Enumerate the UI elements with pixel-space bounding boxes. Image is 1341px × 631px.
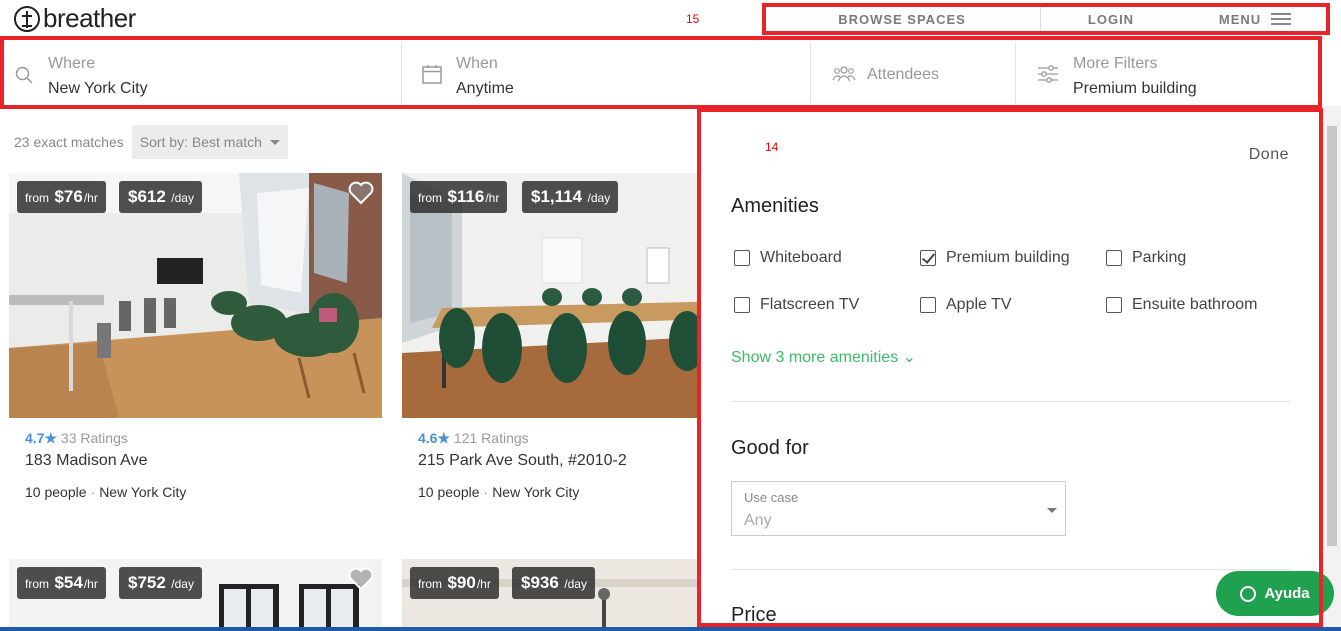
hourly-price-tag: from $90/hr [410, 567, 499, 599]
section-divider [731, 569, 1290, 570]
heart-icon[interactable] [348, 567, 374, 591]
breather-logo-icon [14, 5, 40, 32]
rating-count: 33 Ratings [60, 430, 128, 446]
chevron-down-icon [269, 139, 280, 145]
daily-price-tag: $612 /day [119, 181, 202, 213]
hourly-price-tag: from $116/hr [410, 181, 508, 213]
where-label: Where [48, 55, 96, 72]
amenities-title: Amenities [731, 195, 819, 217]
brand-name: breather [43, 3, 136, 33]
search-bar: Where New York City When Anytime Attende… [4, 42, 1317, 105]
checkbox[interactable] [734, 297, 750, 313]
good-for-title: Good for [731, 437, 809, 459]
filters-panel: 14 Done Amenities Whiteboard Premium bui… [700, 111, 1319, 625]
annotation-label: 14 [765, 140, 779, 154]
scrollbar[interactable] [1323, 106, 1341, 631]
amenity-apple-tv[interactable]: Apple TV [920, 296, 1012, 314]
amenity-ensuite-bathroom[interactable]: Ensuite bathroom [1106, 296, 1257, 314]
attendees-field[interactable]: Attendees [811, 42, 1016, 105]
use-case-value: Any [744, 512, 772, 529]
results-header: 23 exact matches Sort by: Best match [14, 125, 288, 159]
help-chat-button[interactable]: Ayuda [1216, 571, 1334, 616]
more-filters-label: More Filters [1073, 55, 1158, 72]
search-icon [15, 66, 33, 84]
menu-button[interactable]: MENU [1181, 10, 1329, 28]
hourly-price-tag: from $76/hr [17, 181, 106, 213]
where-field[interactable]: Where New York City [4, 42, 402, 105]
checkbox[interactable] [734, 250, 750, 266]
more-filters-value: Premium building [1073, 80, 1197, 97]
amenity-premium-building[interactable]: Premium building [920, 249, 1070, 267]
rating-count: 121 Ratings [453, 430, 529, 446]
listing-photo[interactable]: from $76/hr $612 /day [9, 173, 382, 418]
calendar-icon [422, 65, 442, 84]
show-more-amenities-link[interactable]: Show 3 more amenities ⌄ [731, 347, 916, 367]
results-count: 23 exact matches [14, 134, 124, 150]
use-case-label: Use case [744, 490, 799, 505]
capacity: 10 people [418, 484, 480, 500]
top-nav: BROWSE SPACES LOGIN MENU [764, 5, 1330, 33]
capacity: 10 people [25, 484, 87, 500]
chevron-down-icon [1047, 508, 1057, 513]
done-button[interactable]: Done [1249, 146, 1289, 164]
checkbox[interactable] [920, 297, 936, 313]
sliders-icon [1038, 65, 1058, 83]
sort-dropdown[interactable]: Sort by: Best match [131, 125, 288, 159]
sort-label: Sort by: [139, 134, 188, 150]
rating-score: 4.7 [25, 430, 45, 446]
star-icon: ★ [437, 430, 451, 446]
scrollbar-thumb[interactable] [1327, 126, 1337, 546]
when-field[interactable]: When Anytime [402, 42, 811, 105]
rating: 4.7★ 33 Ratings [25, 430, 382, 447]
daily-price-tag: $752 /day [119, 567, 202, 599]
amenity-parking[interactable]: Parking [1106, 249, 1186, 267]
help-chat-label: Ayuda [1264, 585, 1310, 602]
listing-meta: 10 people · New York City [25, 484, 187, 500]
use-case-select[interactable]: Use case Any [731, 481, 1066, 536]
daily-price-tag: $936 /day [512, 567, 595, 599]
hamburger-icon [1271, 10, 1292, 28]
chat-bubble-icon [1240, 585, 1257, 602]
checkbox-checked[interactable] [920, 250, 936, 266]
price-title: Price [731, 604, 777, 625]
sort-value: Best match [191, 134, 262, 150]
when-value: Anytime [456, 80, 514, 97]
where-value: New York City [48, 80, 148, 97]
annotation-label: 15 [686, 12, 700, 26]
checkbox[interactable] [1106, 297, 1122, 313]
amenity-flatscreen-tv[interactable]: Flatscreen TV [734, 296, 859, 314]
rating-score: 4.6 [418, 430, 438, 446]
browse-spaces-link[interactable]: BROWSE SPACES [764, 12, 1040, 27]
listing-city: New York City [492, 484, 580, 500]
checkbox[interactable] [1106, 250, 1122, 266]
more-filters-field[interactable]: More Filters Premium building [1016, 42, 1317, 105]
listing-photo[interactable]: from $54/hr $752 /day [9, 559, 382, 631]
login-link[interactable]: LOGIN [1041, 12, 1181, 27]
top-bar: breather 15 14 BROWSE SPACES LOGIN MENU [0, 0, 1341, 57]
attendees-label: Attendees [867, 66, 940, 83]
when-label: When [456, 55, 498, 72]
listing-address[interactable]: 183 Madison Ave [25, 452, 382, 470]
star-icon: ★ [44, 430, 58, 446]
listing-city: New York City [99, 484, 187, 500]
listing-card[interactable]: from $54/hr $752 /day [9, 559, 382, 631]
taskbar-strip [0, 627, 1341, 631]
daily-price-tag: $1,114 /day [522, 181, 619, 213]
amenity-whiteboard[interactable]: Whiteboard [734, 249, 842, 267]
section-divider [731, 401, 1290, 402]
breather-logo[interactable]: breather [14, 3, 136, 34]
menu-label: MENU [1218, 11, 1262, 27]
hourly-price-tag: from $54/hr [17, 567, 106, 599]
attendees-icon [832, 66, 856, 82]
heart-icon[interactable] [348, 181, 374, 205]
listing-card[interactable]: from $76/hr $612 /day 4.7★ 33 Ratings 18… [9, 173, 382, 500]
